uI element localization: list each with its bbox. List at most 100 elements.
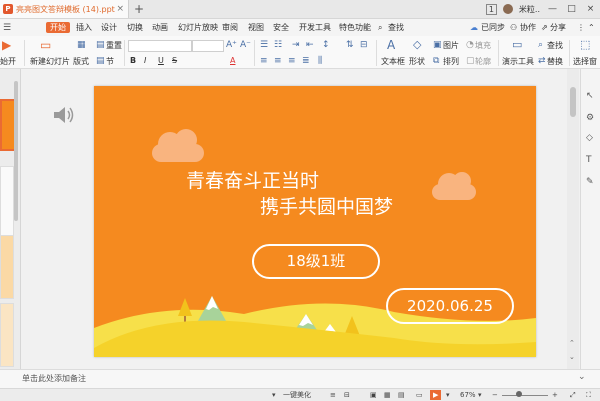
tab-security[interactable]: 安全 [273, 22, 289, 33]
class-label-box[interactable]: 18级1班 [252, 244, 380, 279]
fill-button[interactable]: 填充 [475, 41, 491, 51]
shrink-font-icon[interactable]: A⁻ [240, 40, 251, 50]
find-button[interactable]: 查找 [547, 41, 563, 51]
align-left-icon[interactable]: ≡ [260, 56, 268, 66]
username[interactable]: 米粒.. [519, 4, 540, 15]
text-direction-icon[interactable]: ⇅ [346, 40, 354, 50]
notes-toggle-icon[interactable]: ⊟ [344, 390, 350, 400]
font-family-select[interactable] [128, 40, 192, 52]
slide-title-line2[interactable]: 携手共圆中国梦 [260, 196, 393, 218]
grow-font-icon[interactable]: A⁺ [226, 40, 237, 50]
presenter-tools-button[interactable]: 演示工具 [502, 57, 534, 67]
textbox-icon[interactable]: A [387, 39, 395, 51]
tab-design[interactable]: 设计 [101, 22, 117, 33]
fullscreen-icon[interactable]: ⛶ [586, 390, 591, 400]
align-center-icon[interactable]: ≡ [274, 56, 282, 66]
justify-icon[interactable]: ≣ [302, 56, 310, 66]
notes-pane[interactable]: 单击此处添加备注 ⌄ [0, 369, 600, 388]
slideshow-button[interactable]: ▶ [430, 390, 442, 400]
beautify-button[interactable]: 一键美化 [283, 390, 311, 400]
layout-button[interactable]: 版式 [73, 57, 89, 67]
design-icon[interactable]: ⚙ [586, 113, 594, 123]
animation-icon[interactable]: ✎ [586, 177, 594, 187]
bold-button[interactable]: B [130, 56, 136, 66]
outline-button[interactable]: 轮廓 [475, 57, 491, 67]
indent-icon[interactable]: ⇥ [292, 40, 300, 50]
columns-icon[interactable]: ⫼ [318, 56, 322, 66]
shape-format-icon[interactable]: ◇ [586, 133, 593, 143]
pointer-icon[interactable]: ↖ [586, 91, 594, 101]
reset-icon[interactable]: ▤ [96, 40, 105, 50]
new-slide-icon[interactable]: ▭ [40, 39, 51, 51]
reset-button[interactable]: 重置 [106, 41, 122, 51]
tab-transition[interactable]: 切换 [127, 22, 143, 33]
tab-review[interactable]: 审阅 [222, 22, 238, 33]
text-align-icon[interactable]: ⊟ [360, 40, 368, 50]
reading-view-icon[interactable]: ▤ [398, 390, 405, 400]
close-tab-icon[interactable]: × [116, 4, 124, 14]
avatar[interactable] [502, 4, 513, 14]
zoom-out-button[interactable]: − [492, 390, 498, 400]
slide-thumbnail[interactable] [0, 235, 14, 299]
sync-status[interactable]: 已同步 [481, 22, 505, 33]
tab-home[interactable]: 开始 [46, 22, 70, 33]
collab-button[interactable]: 协作 [520, 22, 536, 33]
underline-button[interactable]: U [158, 56, 164, 66]
more-icon[interactable]: ⋮ [577, 22, 585, 33]
zoom-dropdown-icon[interactable]: ▾ [478, 390, 482, 400]
play-icon[interactable]: ▶ [2, 39, 11, 51]
date-label-box[interactable]: 2020.06.25 [386, 288, 514, 324]
section-button[interactable]: 节 [106, 57, 114, 67]
arrange-icon[interactable]: ⧉ [433, 56, 439, 66]
font-color-button[interactable]: A [230, 56, 235, 66]
scroll-down-icon[interactable]: ⌄ [569, 353, 575, 361]
picture-icon[interactable]: ▣ [433, 40, 442, 50]
collapse-ribbon-icon[interactable]: ⌃ [588, 22, 595, 33]
tab-features[interactable]: 特色功能 [339, 22, 371, 33]
tab-insert[interactable]: 插入 [76, 22, 92, 33]
numbering-icon[interactable]: ☷ [274, 40, 282, 50]
scroll-up-icon[interactable]: ⌃ [569, 339, 575, 347]
arrange-button[interactable]: 排列 [443, 57, 459, 67]
picture-button[interactable]: 图片 [443, 41, 459, 51]
tab-animation[interactable]: 动画 [152, 22, 168, 33]
search-icon[interactable]: ⌕ [378, 22, 382, 33]
slide-thumbnail[interactable] [0, 303, 14, 367]
strikethrough-button[interactable]: S [172, 56, 177, 66]
outdent-icon[interactable]: ⇤ [306, 40, 314, 50]
zoom-slider[interactable] [502, 395, 548, 396]
slide-title-line1[interactable]: 青春奋斗正当时 [186, 170, 319, 192]
zoom-slider-handle[interactable] [516, 391, 522, 397]
find-icon[interactable]: ⌕ [538, 40, 543, 50]
textbox-button[interactable]: 文本框 [381, 57, 405, 67]
replace-button[interactable]: 替换 [547, 57, 563, 67]
new-tab-button[interactable]: + [134, 2, 144, 16]
thumbnail-scrollbar[interactable] [14, 81, 18, 221]
zoom-in-button[interactable]: + [552, 390, 558, 400]
outline-icon[interactable]: ▢ [466, 56, 475, 66]
slide-sorter-icon[interactable]: ▦ [384, 390, 391, 400]
menu-icon[interactable]: ≡ [330, 390, 336, 400]
line-spacing-icon[interactable]: ↕ [322, 40, 330, 50]
new-slide-button[interactable]: 新建幻灯片 [30, 57, 70, 67]
selection-pane-button[interactable]: 选择窗 [573, 57, 597, 67]
share-button[interactable]: 分享 [550, 22, 566, 33]
text-format-icon[interactable]: T [586, 155, 592, 165]
align-right-icon[interactable]: ≡ [288, 56, 296, 66]
slideshow-dropdown-icon[interactable]: ▾ [446, 390, 450, 400]
minimize-button[interactable]: — [546, 4, 559, 14]
play-from-start-button[interactable]: 始开 [0, 57, 16, 67]
notes-placeholder[interactable]: 单击此处添加备注 [22, 373, 86, 384]
section-icon[interactable]: ▤ [96, 56, 105, 66]
canvas-vertical-scrollbar[interactable]: ⌃ ⌄ [567, 69, 579, 369]
maximize-button[interactable]: □ [565, 4, 578, 14]
slide-thumbnail[interactable] [0, 166, 14, 236]
bullets-icon[interactable]: ☰ [260, 40, 268, 50]
tab-view[interactable]: 视图 [248, 22, 264, 33]
close-window-button[interactable]: × [584, 4, 597, 14]
normal-view-icon[interactable]: ▣ [370, 390, 377, 400]
layout-icon[interactable]: ▦ [77, 40, 86, 50]
slide[interactable]: 青春奋斗正当时 携手共圆中国梦 18级1班 2020.06.25 [94, 86, 536, 357]
play-view-icon[interactable]: ▭ [416, 390, 423, 400]
shape-icon[interactable]: ◇ [413, 39, 421, 50]
